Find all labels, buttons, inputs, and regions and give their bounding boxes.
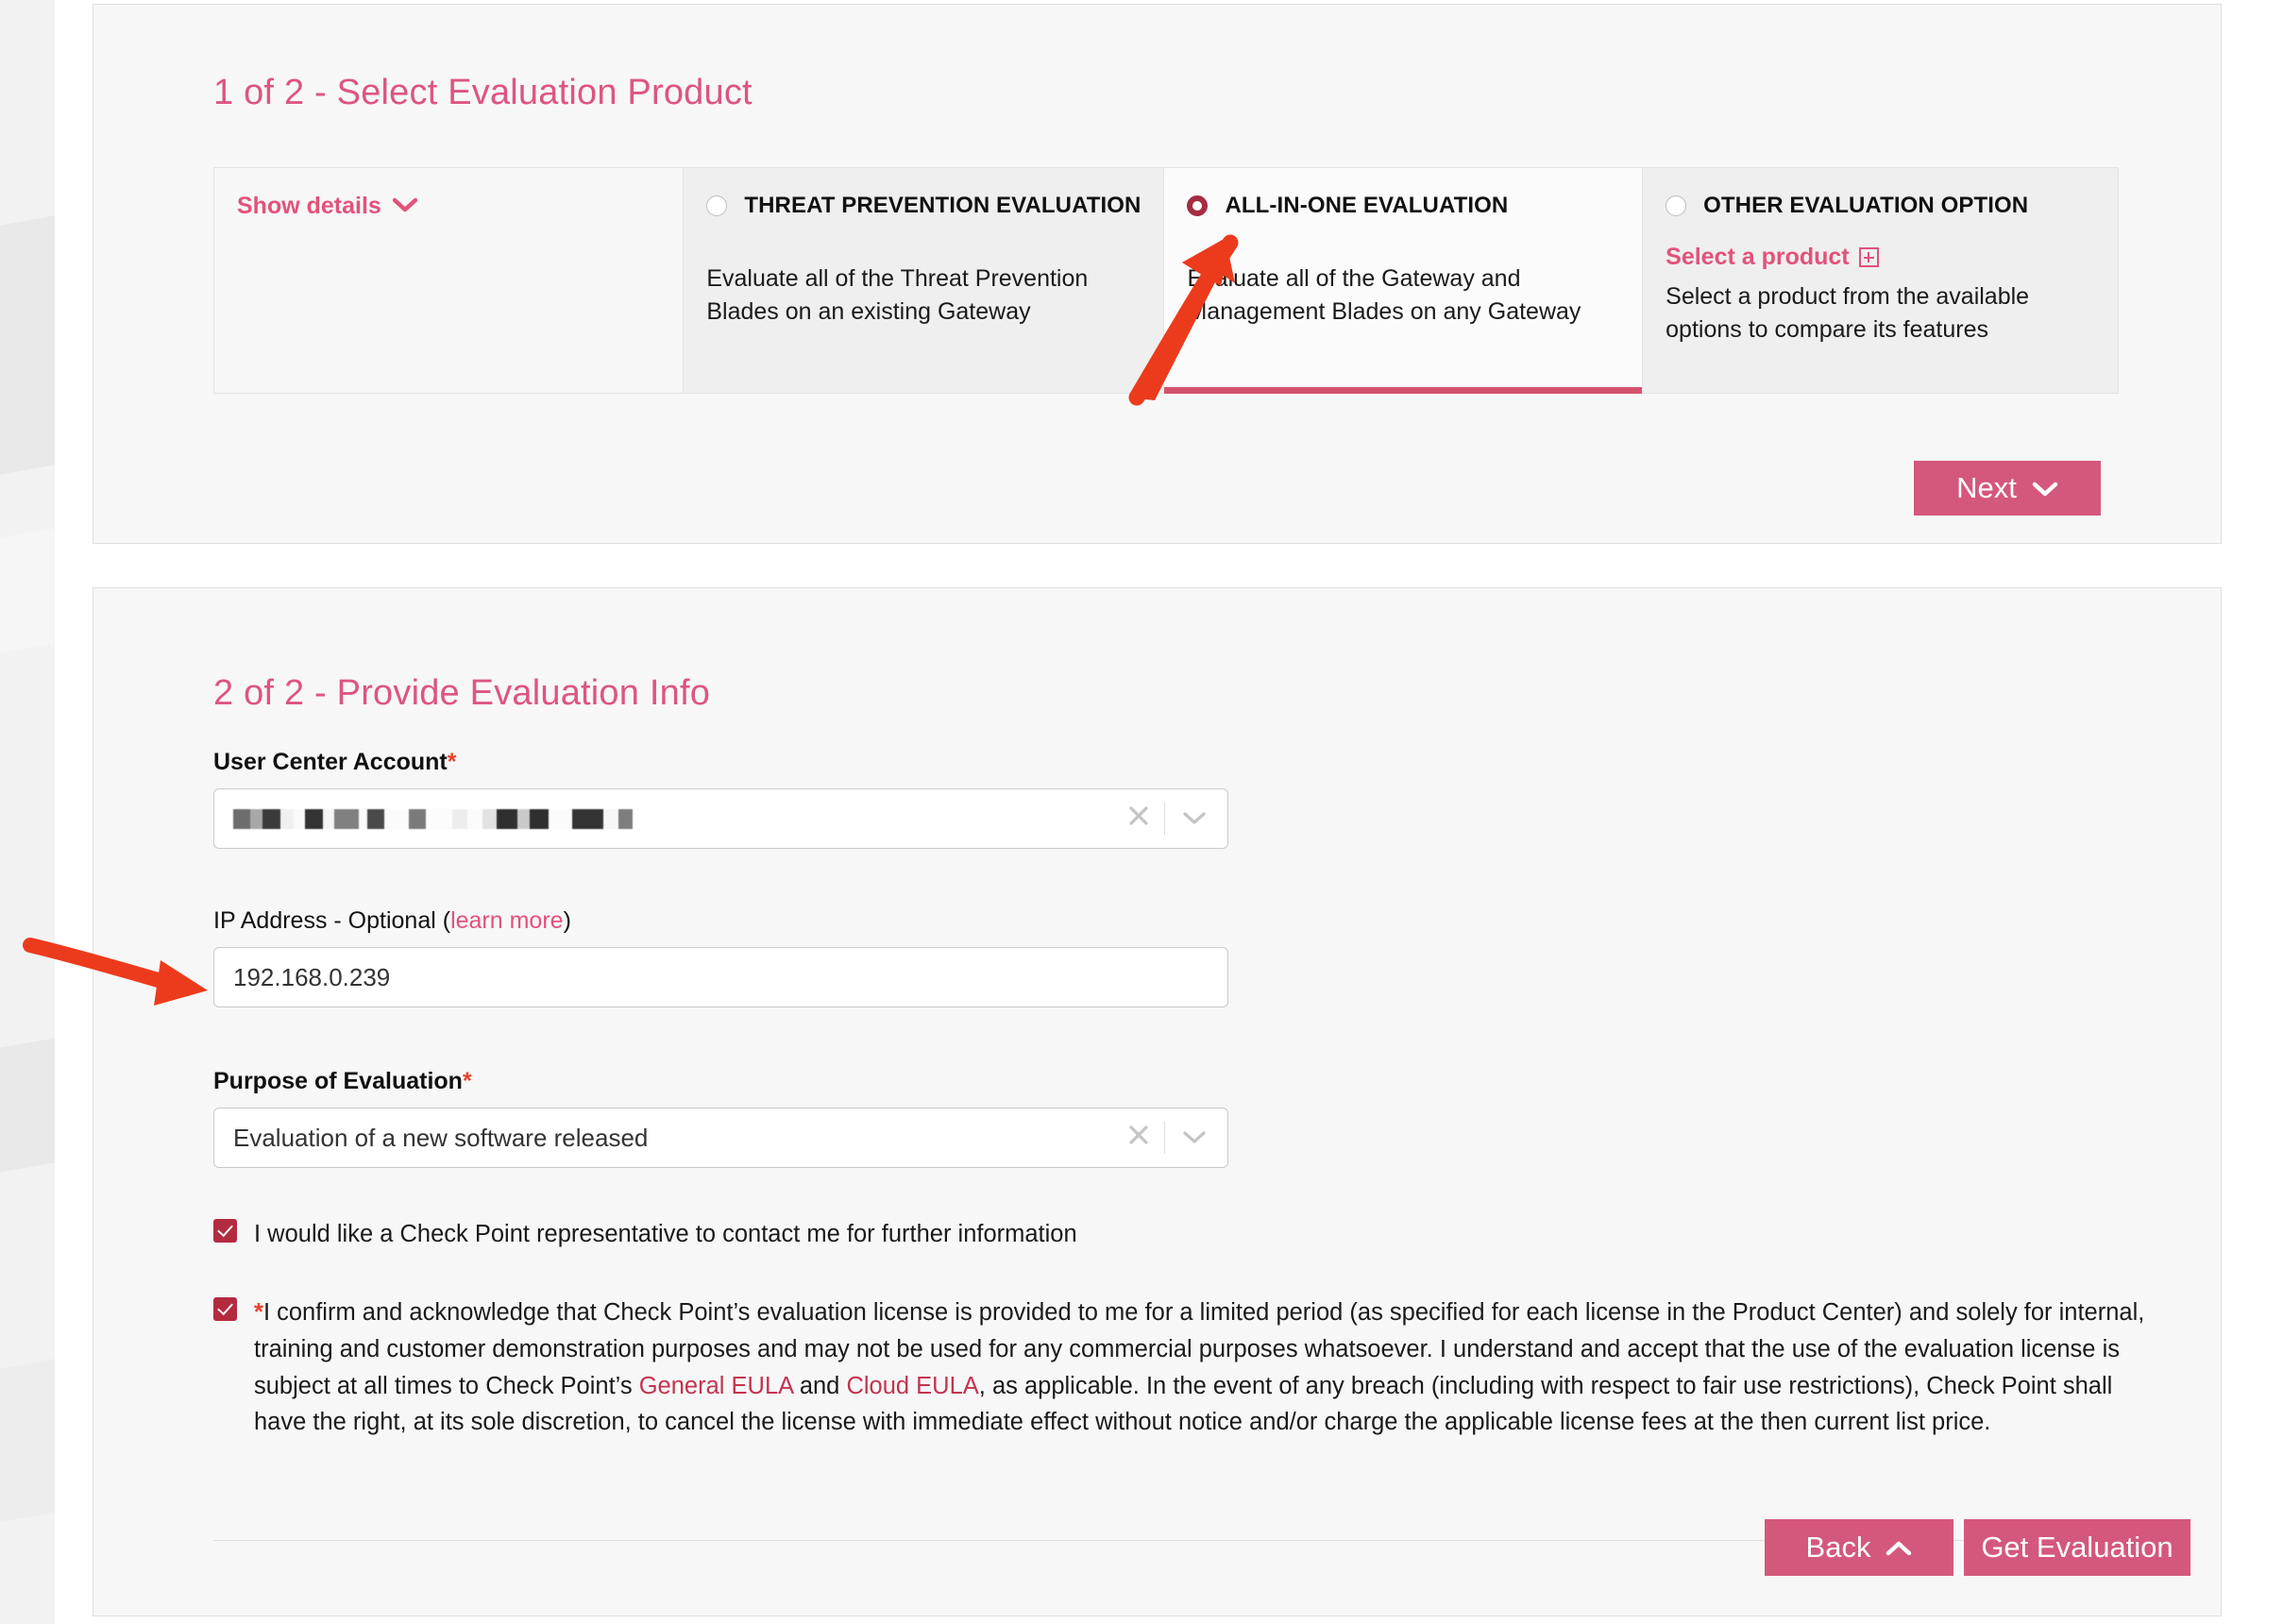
learn-more-link[interactable]: learn more bbox=[450, 907, 564, 934]
background-stripe bbox=[0, 1023, 55, 1177]
background-stripe bbox=[0, 202, 55, 478]
show-details-label: Show details bbox=[237, 193, 381, 219]
evaluation-options-group: Show details THREAT PREVENTION EVALUATIO… bbox=[213, 167, 2119, 394]
cloud-eula-link[interactable]: Cloud EULA bbox=[846, 1373, 978, 1399]
contact-me-checkbox-row[interactable]: I would like a Check Point representativ… bbox=[213, 1216, 2119, 1253]
option-title: OTHER EVALUATION OPTION bbox=[1703, 193, 2029, 218]
required-marker: * bbox=[462, 1068, 472, 1094]
option-title: THREAT PREVENTION EVALUATION bbox=[744, 193, 1142, 218]
chevron-down-icon[interactable] bbox=[1165, 811, 1227, 826]
select-a-product-link[interactable]: Select a product bbox=[1666, 244, 1879, 271]
option-description: Select a product from the available opti… bbox=[1666, 283, 2030, 343]
user-center-account-select[interactable] bbox=[213, 788, 1228, 849]
get-evaluation-button[interactable]: Get Evaluation bbox=[1964, 1519, 2190, 1576]
radio-all-in-one-evaluation[interactable] bbox=[1187, 195, 1209, 216]
option-all-in-one-evaluation[interactable]: ALL-IN-ONE EVALUATION Evaluate all of th… bbox=[1164, 168, 1644, 394]
chevron-down-icon bbox=[2032, 471, 2058, 505]
step-1-title: 1 of 2 - Select Evaluation Product bbox=[213, 73, 753, 112]
back-button[interactable]: Back bbox=[1765, 1519, 1953, 1576]
next-button-label: Next bbox=[1956, 471, 2017, 504]
back-button-label: Back bbox=[1805, 1531, 1871, 1564]
terms-acknowledgement-text: *I confirm and acknowledge that Check Po… bbox=[254, 1294, 2158, 1441]
option-description: Evaluate all of the Threat Prevention Bl… bbox=[706, 265, 1089, 325]
purpose-of-evaluation-value: Evaluation of a new software released bbox=[233, 1123, 649, 1152]
chevron-down-icon[interactable] bbox=[1165, 1130, 1227, 1145]
show-details-cell: Show details bbox=[214, 168, 685, 393]
ip-address-value: 192.168.0.239 bbox=[233, 962, 391, 991]
ip-address-label: IP Address - Optional (learn more) bbox=[213, 907, 571, 935]
contact-me-checkbox[interactable] bbox=[213, 1219, 237, 1243]
label-text: IP Address - Optional ( bbox=[213, 907, 451, 934]
next-button[interactable]: Next bbox=[1914, 461, 2101, 516]
decorative-background bbox=[0, 0, 55, 1624]
user-center-account-label: User Center Account* bbox=[213, 749, 456, 776]
label-text: Purpose of Evaluation bbox=[213, 1068, 463, 1094]
step-2-card: 2 of 2 - Provide Evaluation Info User Ce… bbox=[93, 587, 2222, 1616]
label-suffix: ) bbox=[563, 907, 571, 934]
user-center-account-value-redacted bbox=[214, 808, 1113, 829]
background-stripe bbox=[0, 513, 55, 658]
option-title: ALL-IN-ONE EVALUATION bbox=[1225, 193, 1509, 218]
required-marker: * bbox=[254, 1299, 263, 1326]
option-other-evaluation-option[interactable]: OTHER EVALUATION OPTION Select a product… bbox=[1643, 168, 2118, 393]
terms-acknowledgement-checkbox[interactable] bbox=[213, 1297, 237, 1321]
purpose-of-evaluation-label: Purpose of Evaluation* bbox=[213, 1068, 472, 1095]
get-evaluation-button-label: Get Evaluation bbox=[1981, 1531, 2173, 1564]
required-marker: * bbox=[447, 749, 457, 775]
label-text: User Center Account bbox=[213, 749, 448, 775]
radio-threat-prevention-evaluation[interactable] bbox=[706, 195, 728, 216]
contact-me-label: I would like a Check Point representativ… bbox=[254, 1221, 1077, 1247]
radio-other-evaluation-option[interactable] bbox=[1666, 195, 1687, 216]
terms-text-middle: and bbox=[792, 1372, 847, 1399]
option-header: ALL-IN-ONE EVALUATION bbox=[1187, 193, 1619, 219]
chevron-down-icon bbox=[392, 193, 418, 220]
option-header: OTHER EVALUATION OPTION bbox=[1666, 193, 2095, 219]
close-x-icon[interactable] bbox=[1113, 804, 1164, 834]
plus-box-icon bbox=[1858, 247, 1879, 267]
general-eula-link[interactable]: General EULA bbox=[639, 1373, 793, 1399]
purpose-of-evaluation-select[interactable]: Evaluation of a new software released bbox=[213, 1108, 1228, 1168]
select-a-product-label: Select a product bbox=[1666, 244, 1850, 270]
option-header: THREAT PREVENTION EVALUATION bbox=[706, 193, 1141, 219]
step-2-title: 2 of 2 - Provide Evaluation Info bbox=[213, 673, 711, 713]
chevron-up-icon bbox=[1886, 1531, 1912, 1565]
terms-acknowledgement-checkbox-row[interactable]: *I confirm and acknowledge that Check Po… bbox=[213, 1294, 2158, 1441]
option-description: Evaluate all of the Gateway and Manageme… bbox=[1187, 265, 1581, 325]
page-content: 1 of 2 - Select Evaluation Product Show … bbox=[55, 0, 2283, 1624]
close-x-icon[interactable] bbox=[1113, 1123, 1164, 1153]
show-details-toggle[interactable]: Show details bbox=[237, 193, 418, 220]
ip-address-input[interactable]: 192.168.0.239 bbox=[213, 947, 1228, 1007]
step-1-card: 1 of 2 - Select Evaluation Product Show … bbox=[93, 4, 2222, 544]
background-stripe bbox=[0, 1344, 55, 1527]
option-threat-prevention-evaluation[interactable]: THREAT PREVENTION EVALUATION Evaluate al… bbox=[684, 168, 1165, 393]
